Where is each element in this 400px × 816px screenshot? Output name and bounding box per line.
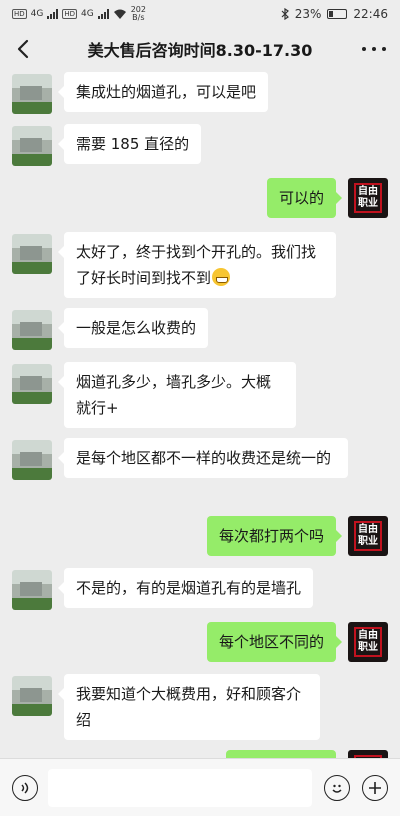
message-bubble[interactable]: 每个地区不同的 [206,622,343,662]
message-bubble[interactable]: 集成灶的烟道孔，可以是吧 [57,72,269,112]
self-avatar-line1: 自由 [358,524,378,535]
grin-emoji-icon [212,268,231,286]
wifi-icon [113,9,126,19]
more-icon-dot [382,47,386,51]
self-avatar-line1: 自由 [358,630,378,641]
message-bubble[interactable]: 可以的 [266,178,343,218]
net-speed: 202 B/s [131,6,146,22]
net-speed-unit: B/s [132,13,145,22]
more-icon-dot [372,47,376,51]
hd-badge: HD [12,9,27,19]
contact-avatar[interactable] [12,570,52,610]
more-icon [362,47,366,51]
input-bar [0,758,400,816]
self-avatar[interactable]: 自由 职业 [348,516,388,556]
emoji-icon [332,784,342,793]
message-list[interactable]: 集成灶的烟道孔，可以是吧 需要 185 直径的 自由 职业 可以的 太好了，终于… [0,70,400,758]
status-bar: HD 4G HD 4G 202 B/s 23% 22:46 [0,0,400,28]
bluetooth-icon [281,8,289,20]
contact-avatar[interactable] [12,234,52,274]
message-bubble[interactable]: 太好了，终于找到个开孔的。我们找了好长时间到找不到 [58,232,336,298]
self-avatar-line1: 自由 [358,186,378,197]
message-bubble-partial[interactable] [226,750,336,758]
chat-title: 美大售后咨询时间8.30-17.30 [87,41,313,60]
self-avatar[interactable]: 自由 职业 [348,178,388,218]
message-bubble[interactable]: 烟道孔多少，墙孔多少。大概就行+ [58,362,296,428]
message-bubble[interactable]: 不是的，有的是烟道孔有的是墙孔 [57,568,314,608]
network-label-2: 4G [81,9,94,19]
battery-fill [329,11,334,17]
plus-icon [369,782,381,794]
battery-icon [327,9,348,19]
message-bubble[interactable]: 需要 185 直径的 [57,124,202,164]
signal-icon-2 [97,9,109,19]
message-bubble[interactable]: 一般是怎么收费的 [57,308,209,348]
contact-avatar[interactable] [12,676,52,716]
voice-icon [21,782,29,794]
contact-avatar[interactable] [12,440,52,480]
plus-button[interactable] [362,775,388,801]
message-bubble[interactable]: 每次都打两个吗 [206,516,343,556]
clock: 22:46 [353,7,388,21]
message-input[interactable] [48,769,312,807]
signal-icon [47,9,59,19]
contact-avatar[interactable] [12,74,52,114]
message-bubble[interactable]: 是每个地区都不一样的收费还是统一的 [58,438,348,478]
contact-avatar[interactable] [12,310,52,350]
self-avatar[interactable] [348,750,388,758]
self-avatar-line2: 职业 [358,198,378,209]
contact-avatar[interactable] [12,126,52,166]
self-avatar-line2: 职业 [358,536,378,547]
back-button[interactable] [12,36,36,62]
message-bubble[interactable]: 我要知道个大概费用，好和顾客介绍 [58,674,320,740]
message-text: 太好了，终于找到个开孔的。我们找了好长时间到找不到 [76,243,317,287]
voice-button[interactable] [12,775,38,801]
battery-percent: 23% [294,7,322,21]
chevron-left-icon [17,39,29,59]
more-button[interactable] [362,38,386,60]
hd-badge-2: HD [62,9,78,19]
self-avatar[interactable]: 自由 职业 [348,622,388,662]
contact-avatar[interactable] [12,364,52,404]
network-label: 4G [30,9,44,19]
chat-header: 美大售后咨询时间8.30-17.30 [0,28,400,70]
self-avatar-line2: 职业 [358,642,378,653]
emoji-button[interactable] [324,775,350,801]
